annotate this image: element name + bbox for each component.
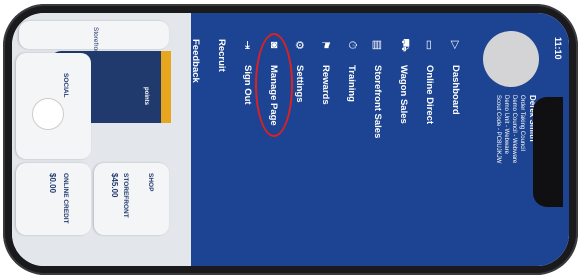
promo-stripe	[161, 51, 171, 123]
menu-item-rewards[interactable]: ⚑ Rewards	[317, 39, 335, 105]
menu-item-feedback[interactable]: Feedback	[187, 13, 205, 83]
status-time: 11:10	[553, 37, 563, 60]
menu-item-online-direct[interactable]: ▭ Online Direct	[421, 39, 439, 124]
menu-item-label: Dashboard	[450, 65, 462, 115]
wagon-icon: ⛟	[399, 38, 411, 52]
training-icon: ⏱	[346, 40, 359, 50]
online-direct-icon: ▭	[423, 39, 436, 51]
menu-item-dashboard[interactable]: ▷ Dashboard	[447, 39, 465, 115]
share-icon[interactable]	[32, 98, 64, 130]
camera-notch	[533, 97, 563, 207]
menu-item-label: Rewards	[320, 65, 332, 105]
storefront-bottom-label: Storefront	[92, 27, 99, 56]
menu-item-label: Sign Out	[242, 65, 254, 105]
menu-item-recruit[interactable]: Recruit	[213, 13, 231, 72]
shop-label: SHOP	[147, 173, 154, 192]
storefront-card-value: $45.00	[110, 173, 119, 198]
social-label: SOCIAL	[62, 73, 69, 98]
phone-frame: points SHOP STOREFRONT $45.00 ONLINE CRE…	[0, 0, 581, 279]
profile-header: Derek Smith Order Taking Council Demo Co…	[469, 31, 539, 251]
menu-item-training[interactable]: ⏱ Training	[343, 39, 361, 102]
menu-item-storefront-sales[interactable]: ▤ Storefront Sales	[369, 39, 387, 139]
menu-item-wagon-sales[interactable]: ⛟ Wagon Sales	[395, 38, 413, 124]
gear-icon: ⚙	[293, 40, 306, 50]
online-credit-label: ONLINE CREDIT	[62, 173, 69, 224]
menu-item-label: Settings	[294, 65, 306, 103]
menu-item-label: Feedback	[190, 39, 202, 83]
profile-line: Demo Council - Webware	[511, 95, 517, 164]
storefront-card-label: STOREFRONT	[122, 173, 129, 218]
menu-item-settings[interactable]: ⚙ Settings	[291, 39, 309, 102]
profile-line: Order Taking Council	[519, 95, 525, 151]
menu-item-label: Wagon Sales	[398, 65, 410, 124]
menu-item-sign-out[interactable]: ⇥ Sign Out	[239, 39, 257, 105]
screen: points SHOP STOREFRONT $45.00 ONLINE CRE…	[12, 13, 569, 266]
profile-line: Demo Unit - Webware	[503, 95, 509, 154]
storefront-icon: ▤	[371, 39, 384, 51]
menu-item-label: Training	[346, 65, 358, 102]
dashboard-icon: ▷	[449, 40, 462, 50]
menu-item-label: Storefront Sales	[372, 65, 384, 139]
manage-page-highlight	[255, 33, 293, 137]
rotated-viewport: points SHOP STOREFRONT $45.00 ONLINE CRE…	[12, 13, 569, 266]
profile-line: Scout Code - PC8UJKJW	[495, 95, 501, 164]
points-label: points	[143, 87, 149, 105]
navigation-drawer: 11:10 Derek Smith Order Taking Council D…	[191, 13, 569, 266]
menu-item-label: Online Direct	[424, 65, 436, 125]
menu-item-label: Recruit	[216, 39, 228, 72]
sign-out-icon: ⇥	[241, 40, 254, 50]
rewards-icon: ⚑	[319, 40, 332, 50]
online-credit-value: $0.00	[48, 173, 57, 194]
storefront-card[interactable]	[94, 163, 169, 235]
avatar[interactable]	[483, 31, 539, 87]
